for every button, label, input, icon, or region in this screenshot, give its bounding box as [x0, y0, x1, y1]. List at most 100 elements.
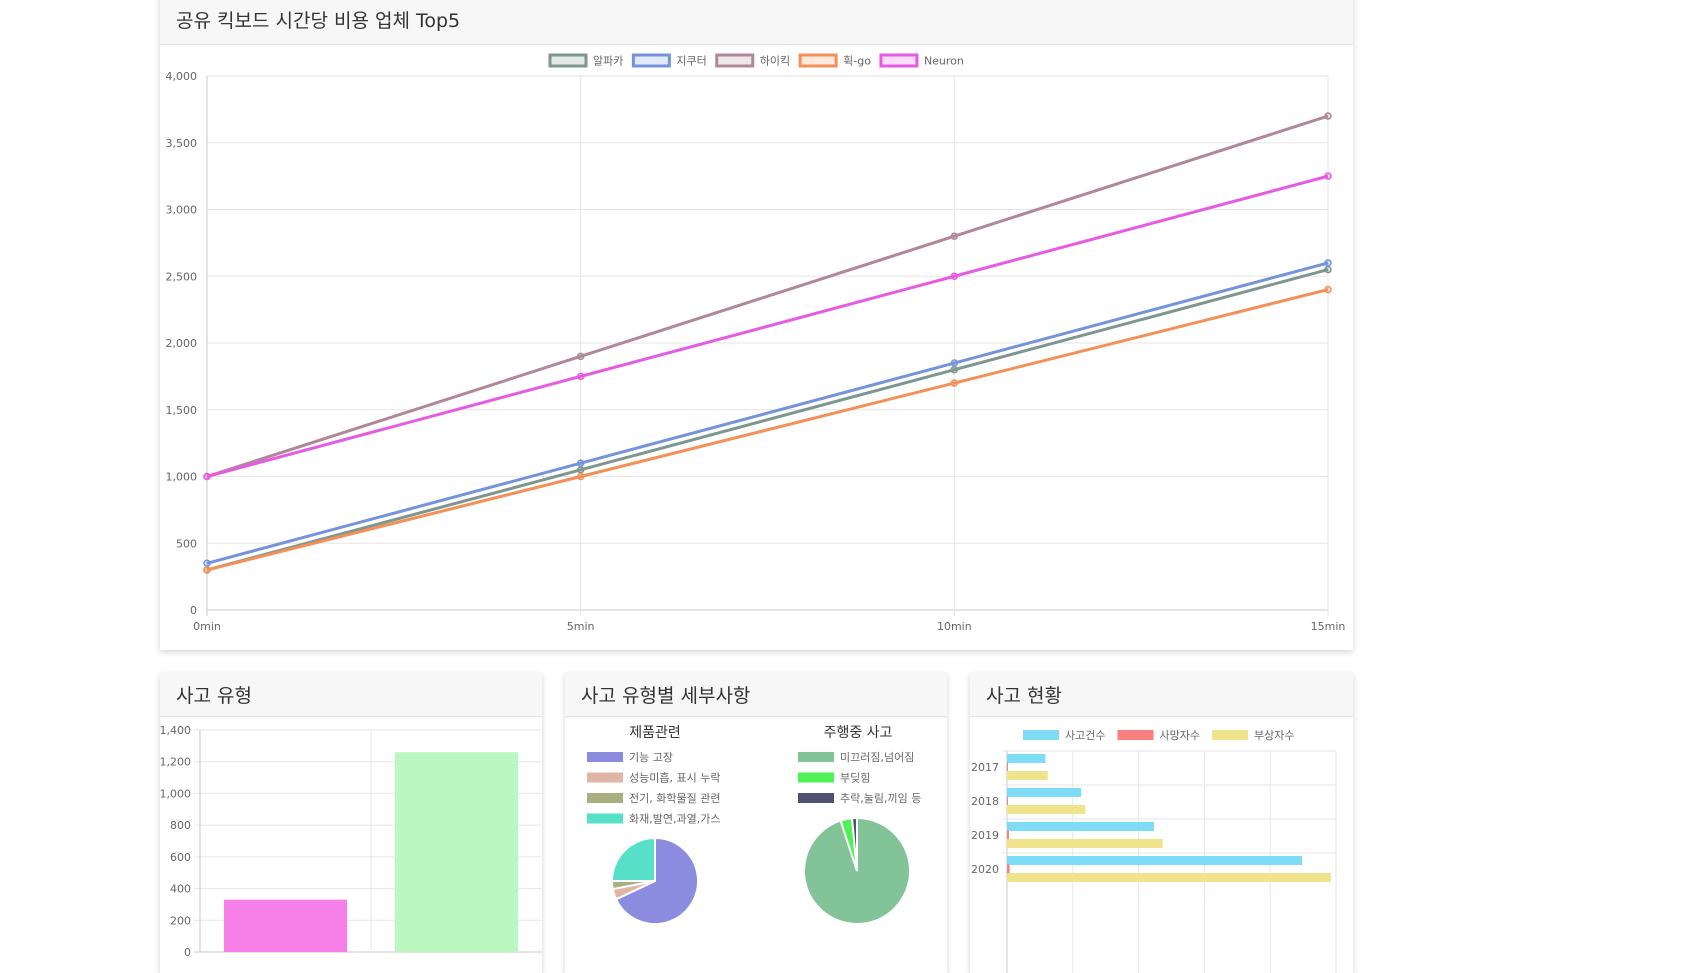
legend-swatch [631, 53, 671, 68]
card-accident-status: 사고 현황 사고건수 사망자수 부상자수 2017 2018 2019 2020 [970, 673, 1353, 973]
series-line [206, 261, 1329, 565]
y-tick-label: 2019 [971, 829, 999, 842]
data-point [576, 466, 585, 474]
x-tick-label: 5min [567, 620, 595, 633]
data-point [203, 472, 211, 481]
card-header: 공유 킥보드 시간당 비용 업체 Top5 [160, 0, 1353, 45]
legend-swatch [1117, 730, 1154, 740]
data-point [950, 365, 959, 374]
legend-label: 부상자수 [1254, 729, 1294, 742]
legend-label: Neuron [924, 55, 964, 68]
bar [1007, 873, 1332, 882]
bar [1007, 788, 1082, 797]
pie-title: 주행중 사고 [824, 725, 893, 741]
bar [1007, 830, 1009, 840]
card-title: 사고 유형별 세부사항 [581, 685, 751, 707]
bar [1007, 856, 1303, 865]
data-point [1324, 259, 1332, 267]
legend-swatch [587, 772, 623, 783]
legend-item: 전기, 화학물질 관련 [587, 792, 720, 805]
legend-swatch [1023, 730, 1059, 740]
series-line [206, 114, 1329, 478]
card-header: 사고 유형별 세부사항 [565, 673, 947, 717]
x-tick-label: 10min [937, 620, 972, 633]
legend-swatch [548, 53, 588, 68]
bar [1007, 771, 1048, 780]
bar [1007, 762, 1008, 772]
data-point [576, 472, 585, 481]
y-tick-label: 0 [190, 604, 197, 617]
y-tick-label: 0 [184, 946, 191, 959]
pie-slice [610, 836, 656, 882]
legend-item: 화재,발연,과열,가스 [587, 813, 720, 826]
line-chart: 알파카 지쿠터 하이킥 휙-go Neuron 0 500 1,000 1,500 2,000 2,… [166, 53, 1345, 633]
x-tick-label: 0min [193, 620, 221, 633]
legend-swatch [798, 793, 834, 803]
legend-label: 휙-go [843, 55, 871, 68]
data-point [203, 559, 211, 568]
y-tick-label: 500 [176, 537, 197, 550]
y-tick-label: 3,500 [166, 137, 198, 150]
y-tick-label: 400 [170, 883, 191, 896]
legend-item: 하이킥 [715, 53, 790, 68]
legend-label: 화재,발연,과열,가스 [629, 813, 720, 826]
legend-item: 미끄러짐,넘어짐 [798, 751, 914, 764]
card-cost-top5: 공유 킥보드 시간당 비용 업체 Top5 알파카 지쿠터 하이킥 휙-go Neuro… [160, 0, 1353, 650]
legend-label: 전기, 화학물질 관련 [629, 792, 720, 805]
y-tick-label: 2,500 [166, 270, 198, 283]
legend-item: 성능미흡, 표시 누락 [587, 771, 720, 785]
card-header: 사고 현황 [970, 673, 1353, 717]
y-tick-label: 4,000 [166, 70, 198, 83]
series-line [206, 268, 1329, 572]
y-tick-label: 1,400 [160, 724, 191, 737]
data-point [950, 359, 959, 367]
y-tick-label: 2,000 [166, 337, 198, 350]
horizontal-bar-chart: 사고건수 사망자수 부상자수 2017 2018 2019 2020 [971, 729, 1337, 973]
bar [1007, 864, 1010, 874]
data-point [1324, 172, 1332, 180]
y-tick-label: 1,000 [166, 471, 198, 484]
card-title: 공유 킥보드 시간당 비용 업체 Top5 [176, 9, 461, 32]
legend-label: 하이킥 [760, 54, 790, 68]
legend-label: 기능 고장 [629, 751, 673, 764]
y-tick-label: 2018 [971, 795, 999, 808]
legend-label: 알파카 [593, 54, 623, 68]
legend-item: Neuron [879, 53, 964, 68]
legend-label: 성능미흡, 표시 누락 [629, 771, 720, 785]
y-tick-label: 1,200 [160, 756, 191, 769]
legend-swatch [587, 793, 623, 803]
y-tick-label: 2020 [971, 863, 999, 876]
pie-title: 제품관련 [629, 725, 681, 741]
bar [1007, 805, 1086, 814]
legend-label: 사망자수 [1159, 729, 1199, 742]
legend-swatch [1211, 730, 1248, 740]
legend-item: 부상자수 [1211, 729, 1294, 742]
y-tick-label: 3,000 [166, 204, 198, 217]
y-tick-label: 600 [170, 851, 191, 864]
series-line [206, 174, 1329, 478]
data-point [203, 566, 211, 574]
y-tick-label: 200 [170, 914, 191, 927]
legend-label: 추락,눌림,끼임 등 [840, 792, 921, 805]
data-point [576, 352, 585, 361]
card-title: 사고 현황 [986, 685, 1062, 707]
data-point [950, 379, 959, 387]
legend-item: 알파카 [548, 53, 623, 68]
data-point [576, 459, 585, 467]
y-tick-label: 2017 [971, 761, 999, 774]
card-accident-types: 사고 유형 0 200 400 600 800 1,000 1,200 1,400 [160, 673, 542, 973]
bar [1007, 796, 1008, 806]
data-point [1324, 112, 1332, 120]
pie-charts: 제품관련기능 고장성능미흡, 표시 누락전기, 화학물질 관련화재,발연,과열,… [587, 725, 921, 925]
legend-item: 휙-go [798, 53, 871, 68]
y-tick-label: 1,500 [166, 404, 198, 417]
legend-item: 부딪힘 [798, 772, 870, 785]
data-point [1324, 265, 1332, 274]
card-title: 사고 유형 [176, 685, 252, 707]
bar [1007, 822, 1155, 831]
legend-swatch [587, 813, 623, 824]
legend-item: 지쿠터 [631, 53, 707, 68]
legend-swatch [798, 772, 834, 783]
legend-label: 사고건수 [1065, 729, 1105, 742]
card-header: 사고 유형 [160, 673, 542, 717]
